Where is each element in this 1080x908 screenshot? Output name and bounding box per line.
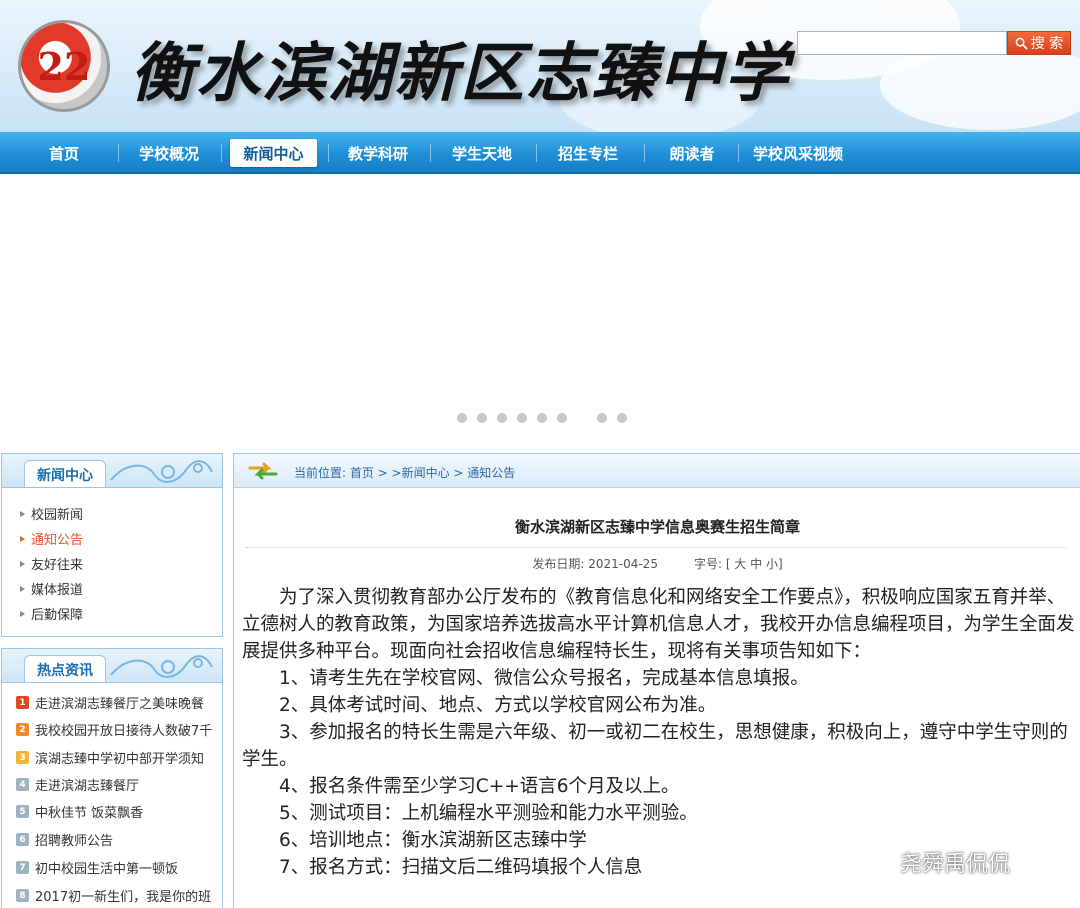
carousel-dot[interactable] <box>517 413 527 423</box>
panel-header: 热点资讯 <box>2 649 222 683</box>
rank-badge: 8 <box>16 889 29 902</box>
nav-item-teaching[interactable]: 教学科研 <box>338 139 418 167</box>
wechat-icon <box>863 850 893 873</box>
nav-item-home[interactable]: 首页 <box>30 139 98 167</box>
sidebar-item-campus-news[interactable]: 校园新闻 <box>20 504 83 523</box>
hot-news-label: 初中校园生活中第一顿饭 <box>35 862 179 877</box>
article-title: 衡水滨湖新区志臻中学信息奥赛生招生简章 <box>514 518 800 536</box>
panel-header: 新闻中心 <box>2 454 222 488</box>
bullet-icon <box>20 610 25 617</box>
hot-news-label: 我校校园开放日接待人数破7千 <box>35 724 213 739</box>
carousel-dot[interactable] <box>477 413 487 423</box>
article-intro: 为了深入贯彻教育部办公厅发布的《教育信息化和网络安全工作要点》，积极响应国家五育… <box>242 587 1075 662</box>
hot-news-item[interactable]: 1 走进滨湖志臻餐厅之美味晚餐 <box>16 693 204 712</box>
nav-item-news[interactable]: 新闻中心 <box>230 139 317 167</box>
nav-item-students[interactable]: 学生天地 <box>442 139 522 167</box>
sidebar-item-label: 友好往来 <box>31 558 84 573</box>
sidebar-item-label: 媒体报道 <box>31 583 84 598</box>
site-header: 22 衡水滨湖新区志臻中学 搜 索 <box>0 0 1080 132</box>
search-input[interactable] <box>797 31 1007 55</box>
nav-item-video[interactable]: 学校风采视频 <box>748 139 848 167</box>
hot-news-label: 2017初一新生们，我是你的班 <box>35 890 212 905</box>
search-button[interactable]: 搜 索 <box>1007 31 1071 55</box>
carousel-dot[interactable] <box>457 413 467 423</box>
site-title: 衡水滨湖新区志臻中学 <box>130 36 790 111</box>
rank-badge: 3 <box>16 751 29 764</box>
rank-badge: 4 <box>16 778 29 791</box>
exchange-arrows-icon <box>248 462 278 480</box>
nav-item-about[interactable]: 学校概况 <box>130 139 208 167</box>
swirl-ornament-icon <box>110 460 213 483</box>
sidebar-item-notices[interactable]: 通知公告 <box>20 529 83 548</box>
hot-news-label: 走进滨湖志臻餐厅之美味晚餐 <box>35 697 205 712</box>
nav-divider <box>644 144 645 162</box>
search-icon <box>1015 37 1028 50</box>
sidebar-item-exchanges[interactable]: 友好往来 <box>20 554 83 573</box>
sidebar-item-label: 校园新闻 <box>31 508 84 523</box>
hot-news-item[interactable]: 3 滨湖志臻中学初中部开学须知 <box>16 748 204 767</box>
watermark: 尧舜禹侃侃 <box>862 846 1010 878</box>
hot-news-panel: 热点资讯 1 走进滨湖志臻餐厅之美味晚餐 2 我校校园开放日接待人数破7千 3 滨湖志… <box>1 648 223 908</box>
breadcrumb-bar: 当前位置: 首页 > >新闻中心 > 通知公告 <box>234 454 1080 488</box>
carousel-dot[interactable] <box>557 413 567 423</box>
sidebar-item-media[interactable]: 媒体报道 <box>20 579 83 598</box>
rank-badge: 1 <box>16 696 29 709</box>
carousel-dot[interactable] <box>617 413 627 423</box>
main-nav: 首页 学校概况 新闻中心 教学科研 学生天地 招生专栏 朗读者 学校风采视频 <box>0 132 1080 174</box>
hot-news-label: 走进滨湖志臻餐厅 <box>35 779 140 794</box>
panel-title: 热点资讯 <box>24 655 106 682</box>
nav-item-admission[interactable]: 招生专栏 <box>548 139 628 167</box>
article-item: 4、报名条件需至少学习C++语言6个月及以上。 <box>279 776 680 797</box>
breadcrumb[interactable]: 当前位置: 首页 > >新闻中心 > 通知公告 <box>294 464 515 481</box>
rank-badge: 6 <box>16 833 29 846</box>
banner-carousel <box>0 176 1080 444</box>
nav-divider <box>430 144 431 162</box>
bullet-icon <box>20 560 25 567</box>
school-logo[interactable]: 22 <box>18 20 110 112</box>
panel-title: 新闻中心 <box>24 460 106 487</box>
hot-news-label: 招聘教师公告 <box>35 834 114 849</box>
hot-news-label: 中秋佳节 饭菜飘香 <box>35 806 144 821</box>
article-meta: 发布日期: 2021-04-25 字号: [ 大 中 小] <box>532 557 783 571</box>
hot-news-item[interactable]: 6 招聘教师公告 <box>16 830 113 849</box>
swirl-ornament-icon <box>110 655 213 678</box>
nav-item-reader[interactable]: 朗读者 <box>656 139 728 167</box>
article-item: 1、请考生先在学校官网、微信公众号报名，完成基本信息填报。 <box>279 668 809 689</box>
hot-news-label: 滨湖志臻中学初中部开学须知 <box>35 752 205 767</box>
carousel-dot[interactable] <box>497 413 507 423</box>
sidebar-item-label: 后勤保障 <box>31 608 84 623</box>
search-button-label: 搜 索 <box>1030 36 1064 52</box>
article-item: 2、具体考试时间、地点、方式以学校官网公布为准。 <box>279 695 717 716</box>
bullet-icon <box>20 510 25 517</box>
hot-news-item[interactable]: 4 走进滨湖志臻餐厅 <box>16 775 139 794</box>
carousel-dot[interactable] <box>597 413 607 423</box>
nav-divider <box>118 144 119 162</box>
nav-divider <box>738 144 739 162</box>
hot-news-item[interactable]: 5 中秋佳节 饭菜飘香 <box>16 802 143 821</box>
hot-news-item[interactable]: 8 2017初一新生们，我是你的班 <box>16 886 211 905</box>
watermark-text: 尧舜禹侃侃 <box>900 852 1011 877</box>
divider <box>246 547 1066 548</box>
carousel-dot[interactable] <box>537 413 547 423</box>
bullet-icon <box>20 585 25 592</box>
sidebar-item-label: 通知公告 <box>31 533 84 548</box>
rank-badge: 5 <box>16 805 29 818</box>
hot-news-item[interactable]: 2 我校校园开放日接待人数破7千 <box>16 720 212 739</box>
article-item: 5、测试项目：上机编程水平测验和能力水平测验。 <box>279 803 698 824</box>
sidebar-item-logistics[interactable]: 后勤保障 <box>20 604 83 623</box>
nav-divider <box>536 144 537 162</box>
rank-badge: 2 <box>16 723 29 736</box>
article-panel: 当前位置: 首页 > >新闻中心 > 通知公告 衡水滨湖新区志臻中学信息奥赛生招… <box>233 453 1080 908</box>
bullet-icon <box>20 535 25 542</box>
nav-divider <box>221 144 222 162</box>
article-item: 3、参加报名的特长生需是六年级、初一或初二在校生，思想健康，积极向上，遵守中学生… <box>242 722 1068 770</box>
nav-divider <box>328 144 329 162</box>
logo-text: 22 <box>37 43 91 89</box>
rank-badge: 7 <box>16 861 29 874</box>
article-body: 为了深入贯彻教育部办公厅发布的《教育信息化和网络安全工作要点》，积极响应国家五育… <box>242 584 1077 881</box>
news-center-panel: 新闻中心 校园新闻 通知公告 友好往来 媒体报道 后勤保障 <box>1 453 223 637</box>
hot-news-item[interactable]: 7 初中校园生活中第一顿饭 <box>16 858 178 877</box>
